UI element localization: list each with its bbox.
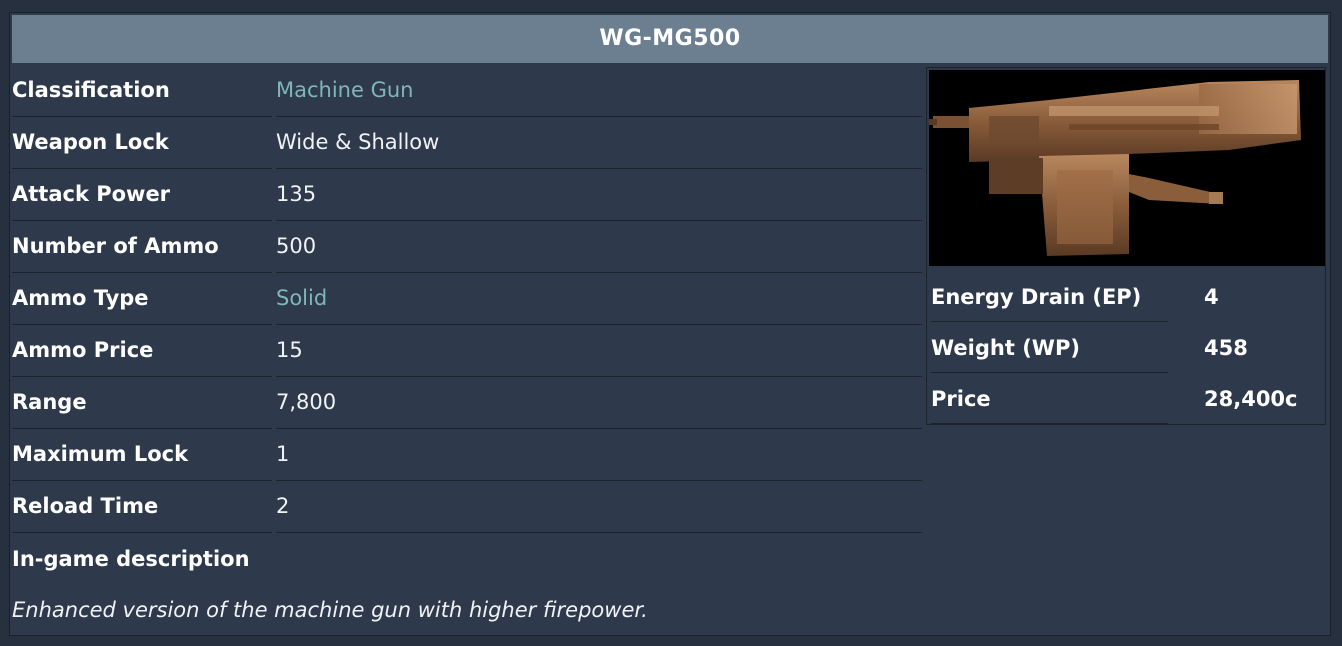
- row-value: 2: [276, 481, 922, 533]
- row-label: Range: [12, 377, 272, 429]
- table-row: Maximum Lock 1: [12, 429, 922, 481]
- table-row: Number of Ammo 500: [12, 221, 922, 273]
- row-value: 1: [276, 429, 922, 481]
- row-value: 500: [276, 221, 922, 273]
- row-label: Classification: [12, 65, 272, 117]
- stat-row: Price 28,400c: [931, 374, 1323, 426]
- row-label: Number of Ammo: [12, 221, 272, 273]
- table-row: Classification Machine Gun: [12, 65, 922, 117]
- stat-label: Price: [931, 374, 1168, 424]
- row-value: Wide & Shallow: [276, 117, 922, 169]
- table-row: Ammo Type Solid: [12, 273, 922, 325]
- stat-value: 28,400c: [1204, 387, 1298, 411]
- row-label: Maximum Lock: [12, 429, 272, 481]
- infobox-title: WG-MG500: [12, 15, 1328, 63]
- table-row: Attack Power 135: [12, 169, 922, 221]
- row-value: 15: [276, 325, 922, 377]
- table-row: Range 7,800: [12, 377, 922, 429]
- row-label: Attack Power: [12, 169, 272, 221]
- weapon-image: [929, 70, 1325, 266]
- infobox: WG-MG500 Classification Machine Gun Weap…: [9, 12, 1331, 636]
- stat-row: Weight (WP) 458: [931, 323, 1323, 375]
- page-frame: WG-MG500 Classification Machine Gun Weap…: [0, 0, 1342, 646]
- table-row: Ammo Price 15: [12, 325, 922, 377]
- stat-label: Weight (WP): [931, 323, 1168, 373]
- table-row: Reload Time 2: [12, 481, 922, 533]
- stat-label: Energy Drain (EP): [931, 272, 1168, 322]
- machine-gun-icon: [929, 80, 1301, 256]
- row-label: Weapon Lock: [12, 117, 272, 169]
- stat-row: Energy Drain (EP) 4: [931, 272, 1323, 324]
- row-value: 135: [276, 169, 922, 221]
- side-panel: Energy Drain (EP) 4 Weight (WP) 458 Pric…: [926, 67, 1326, 425]
- table-row: Weapon Lock Wide & Shallow: [12, 117, 922, 169]
- description-text: Enhanced version of the machine gun with…: [12, 598, 648, 622]
- stat-value: 458: [1204, 336, 1248, 360]
- stat-value: 4: [1204, 285, 1219, 309]
- classification-link[interactable]: Machine Gun: [276, 65, 922, 117]
- row-label: Reload Time: [12, 481, 272, 533]
- row-value: 7,800: [276, 377, 922, 429]
- description-heading: In-game description: [12, 547, 250, 571]
- row-label: Ammo Price: [12, 325, 272, 377]
- ammo-type-link[interactable]: Solid: [276, 273, 922, 325]
- row-label: Ammo Type: [12, 273, 272, 325]
